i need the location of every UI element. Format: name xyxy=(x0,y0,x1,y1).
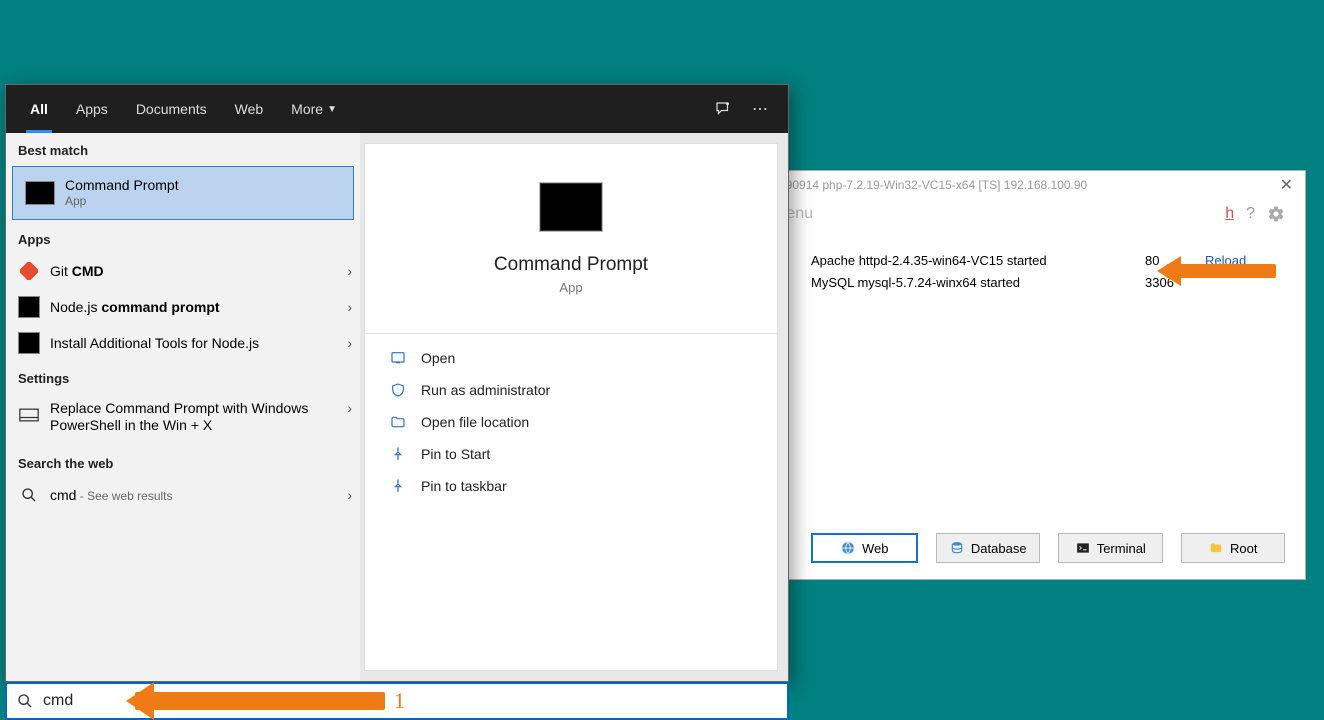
pin-icon xyxy=(389,446,407,462)
tab-web[interactable]: Web xyxy=(221,85,278,133)
search-panel: All Apps Documents Web More▼ ⋯ Best matc… xyxy=(5,84,789,682)
terminal-button-label: Terminal xyxy=(1097,541,1146,556)
group-apps: Apps xyxy=(6,222,360,253)
taskbar-icon xyxy=(18,404,40,426)
folder-open-icon xyxy=(389,414,407,430)
gear-icon[interactable] xyxy=(1267,205,1285,223)
search-icon xyxy=(17,693,33,709)
annotation-arrow-search xyxy=(135,692,385,710)
result-git-cmd[interactable]: Git CMD › xyxy=(6,253,360,289)
database-icon xyxy=(949,540,965,556)
service-text: Apache httpd-2.4.35-win64-VC15 started xyxy=(811,253,1145,268)
chevron-down-icon: ▼ xyxy=(327,104,337,115)
chevron-right-icon: › xyxy=(347,400,352,416)
git-icon xyxy=(18,260,40,282)
terminal-icon xyxy=(25,181,55,205)
database-button-label: Database xyxy=(971,541,1027,556)
result-subtitle: App xyxy=(65,194,345,208)
group-search-web: Search the web xyxy=(6,446,360,477)
preview-thumb-terminal-icon xyxy=(539,182,603,232)
shield-icon xyxy=(389,382,407,398)
search-tabs: All Apps Documents Web More▼ ⋯ xyxy=(6,85,788,133)
result-text: Replace Command Prompt with Windows Powe… xyxy=(50,400,337,434)
action-pin-to-start[interactable]: Pin to Start xyxy=(365,438,777,470)
group-settings: Settings xyxy=(6,361,360,392)
laragon-help-h[interactable]: h xyxy=(1225,205,1234,223)
web-button[interactable]: Web xyxy=(811,533,918,563)
annotation-number-1: 1 xyxy=(394,688,405,714)
root-button[interactable]: Root xyxy=(1181,533,1286,563)
tab-more[interactable]: More▼ xyxy=(277,85,351,133)
action-open[interactable]: Open xyxy=(365,342,777,374)
chevron-right-icon: › xyxy=(347,299,352,315)
chevron-right-icon: › xyxy=(347,335,352,351)
tab-apps[interactable]: Apps xyxy=(62,85,122,133)
group-best-match: Best match xyxy=(6,133,360,164)
result-title: Command Prompt xyxy=(65,177,345,194)
annotation-arrow-port xyxy=(1166,264,1276,278)
laragon-title: 6 190914 php-7.2.19-Win32-VC15-x64 [TS] … xyxy=(769,178,1276,192)
chevron-right-icon: › xyxy=(347,487,352,503)
database-button[interactable]: Database xyxy=(936,533,1041,563)
laragon-button-row: Web Database Terminal Root xyxy=(761,521,1305,579)
terminal-button[interactable]: Terminal xyxy=(1058,533,1163,563)
laragon-menubar: Menu h ? xyxy=(761,199,1305,229)
laragon-help-q[interactable]: ? xyxy=(1246,205,1255,223)
result-nodejs-cmd[interactable]: Node.js command prompt › xyxy=(6,289,360,325)
preview-subtitle: App xyxy=(559,280,582,295)
service-text: MySQL mysql-5.7.24-winx64 started xyxy=(811,275,1145,290)
result-install-tools[interactable]: Install Additional Tools for Node.js › xyxy=(6,325,360,361)
web-button-label: Web xyxy=(862,541,889,556)
preview-title: Command Prompt xyxy=(494,254,648,276)
terminal-icon xyxy=(18,296,40,318)
open-icon xyxy=(389,350,407,366)
chevron-right-icon: › xyxy=(347,263,352,279)
search-icon xyxy=(18,484,40,506)
terminal-icon xyxy=(18,332,40,354)
more-options-icon[interactable]: ⋯ xyxy=(742,99,778,119)
folder-icon xyxy=(1208,540,1224,556)
laragon-titlebar: 6 190914 php-7.2.19-Win32-VC15-x64 [TS] … xyxy=(761,171,1305,199)
terminal-icon xyxy=(1075,540,1091,556)
result-replace-cmd-setting[interactable]: Replace Command Prompt with Windows Powe… xyxy=(6,392,360,446)
result-command-prompt[interactable]: Command Prompt App xyxy=(12,166,354,220)
pin-icon xyxy=(389,478,407,494)
preview-actions: Open Run as administrator Open file loca… xyxy=(365,334,777,510)
close-icon[interactable]: ✕ xyxy=(1276,175,1297,195)
laragon-window: 6 190914 php-7.2.19-Win32-VC15-x64 [TS] … xyxy=(760,170,1306,580)
action-pin-to-taskbar[interactable]: Pin to taskbar xyxy=(365,470,777,502)
globe-icon xyxy=(840,540,856,556)
root-button-label: Root xyxy=(1230,541,1257,556)
laragon-body: Apache httpd-2.4.35-win64-VC15 started 8… xyxy=(761,229,1305,521)
tab-documents[interactable]: Documents xyxy=(122,85,221,133)
action-open-file-location[interactable]: Open file location xyxy=(365,406,777,438)
action-run-as-admin[interactable]: Run as administrator xyxy=(365,374,777,406)
search-preview-pane: Command Prompt App Open Run as administr… xyxy=(364,143,778,671)
tab-all[interactable]: All xyxy=(16,85,62,133)
feedback-icon[interactable] xyxy=(704,100,742,118)
result-web-cmd[interactable]: cmd - See web results › xyxy=(6,477,360,513)
search-results-list: Best match Command Prompt App Apps Git C… xyxy=(6,133,360,681)
